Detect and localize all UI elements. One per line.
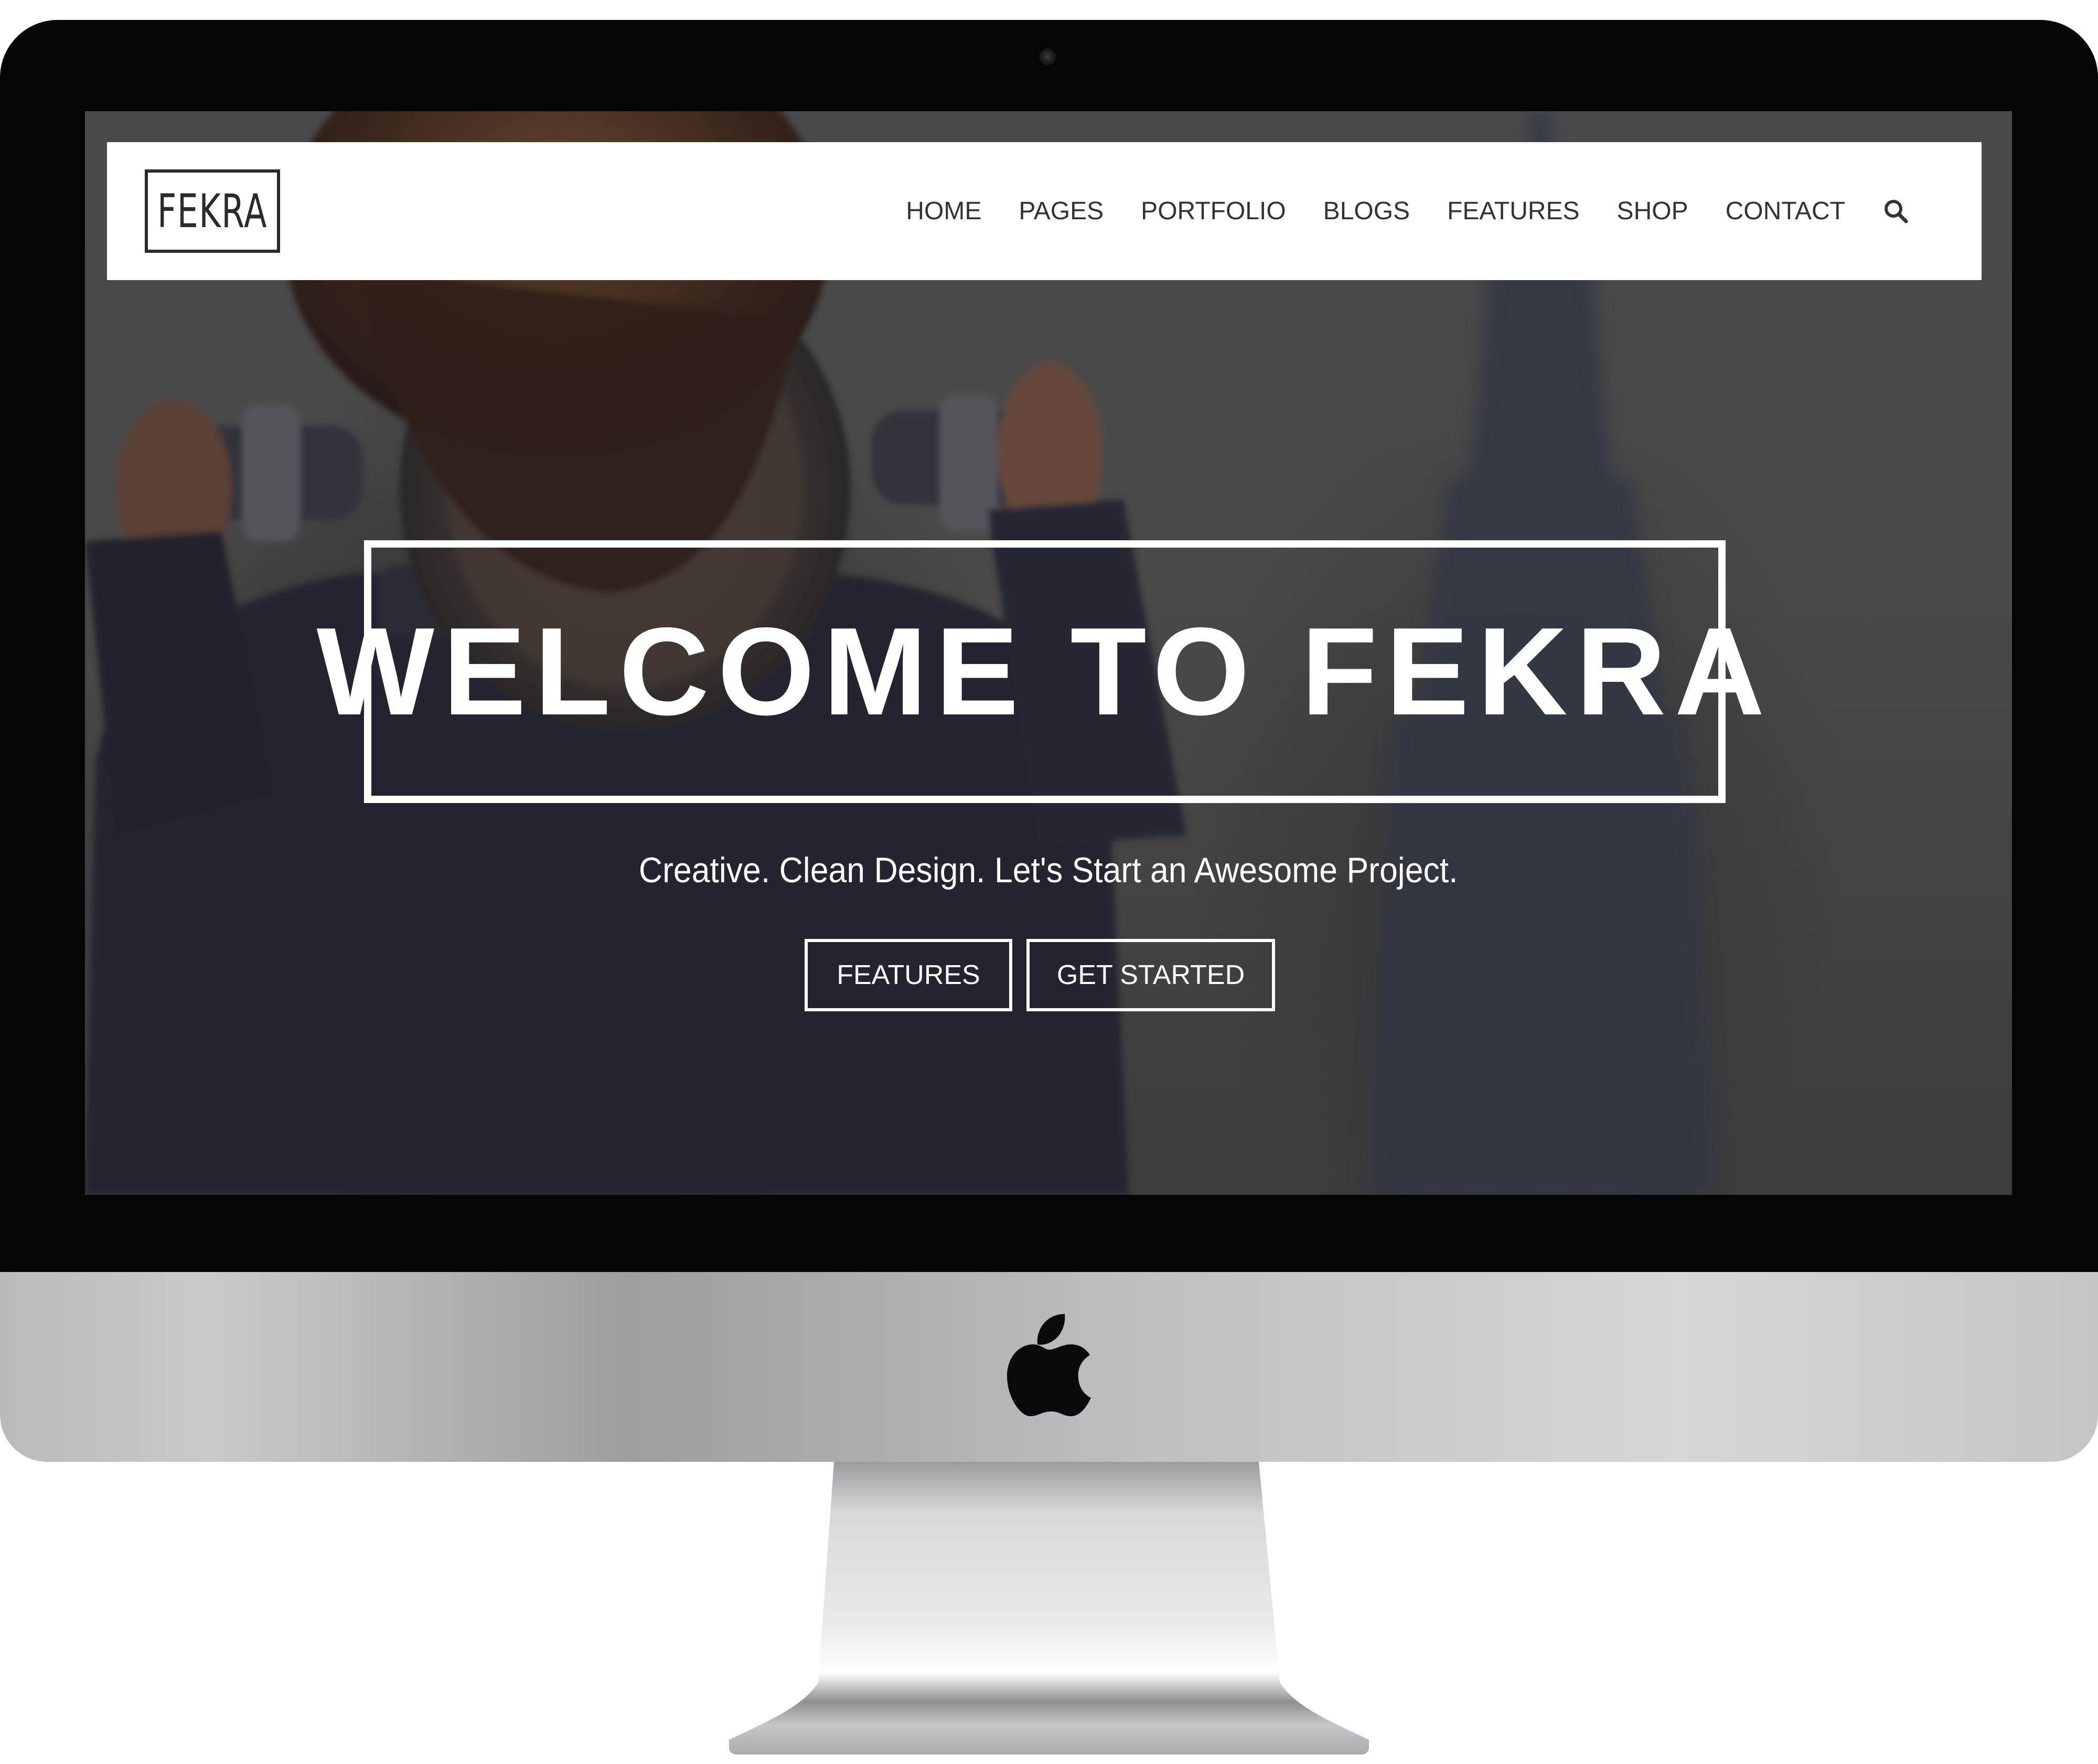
nav-item-shop[interactable]: SHOP [1617,197,1688,226]
site-logo[interactable]: FEKRA [145,169,280,253]
hero-title-frame: WELCOME TO FEKRA [317,540,1764,803]
get-started-button[interactable]: GET STARTED [1026,939,1275,1011]
nav-item-home[interactable]: HOME [906,197,981,226]
hero-subtitle-text: Creative. Clean Design. Let's Start an A… [639,850,1458,890]
nav-menu: HOME PAGES PORTFOLIO BLOGS FEATURES SHOP… [869,142,1909,280]
features-button[interactable]: FEATURES [805,939,1012,1011]
nav-item-contact[interactable]: CONTACT [1726,197,1845,226]
hero-subtitle: Creative. Clean Design. Let's Start an A… [85,850,2012,891]
apple-logo-icon [1007,1314,1091,1416]
nav-item-blogs[interactable]: BLOGS [1323,197,1410,226]
camera-icon [1039,48,1056,65]
monitor-screen: FEKRA HOME PAGES PORTFOLIO BLOGS FEATURE… [85,111,2012,1195]
hero-title: WELCOME TO FEKRA [316,602,1773,741]
search-icon[interactable] [1883,198,1909,224]
monitor-stand [729,1462,1369,1755]
nav-item-features[interactable]: FEATURES [1447,197,1579,226]
site-navbar: FEKRA HOME PAGES PORTFOLIO BLOGS FEATURE… [107,142,1982,280]
logo-text: FEKRA [157,184,268,238]
nav-item-portfolio[interactable]: PORTFOLIO [1141,197,1286,226]
nav-item-pages[interactable]: PAGES [1019,197,1104,226]
